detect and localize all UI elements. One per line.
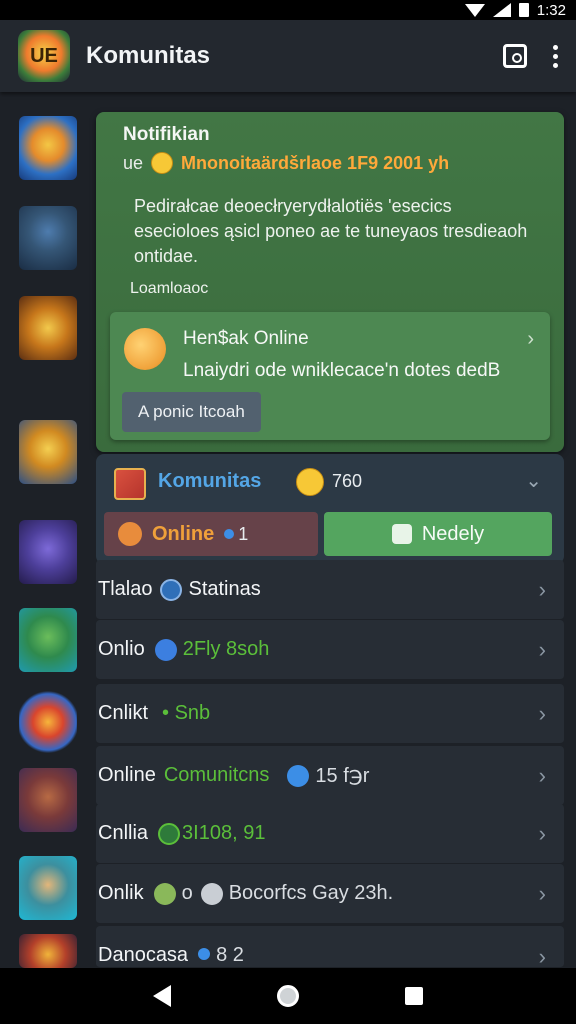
- row-status: 3I108, 91: [182, 822, 266, 844]
- online-dot-icon: [224, 529, 235, 539]
- row-label: Onlio: [98, 638, 145, 660]
- emoji-icon: [153, 882, 176, 905]
- notification-title: Notifikian: [123, 124, 210, 145]
- system-nav-bar: [0, 968, 576, 1024]
- game-icon-hero[interactable]: [19, 116, 77, 180]
- chevron-right-icon: ›: [538, 636, 546, 662]
- status-dot-icon: [198, 948, 211, 960]
- home-icon[interactable]: [277, 985, 299, 1007]
- status-dot-icon: [158, 822, 181, 845]
- row-extra: 15 f℈r: [315, 765, 370, 787]
- chevron-right-icon: ›: [538, 880, 546, 906]
- status-dot-icon: [287, 764, 310, 787]
- notification-body: Pedirałcae deoecłryerydłalotiës 'esecics…: [134, 196, 528, 266]
- more-options-icon[interactable]: [553, 44, 558, 68]
- row-status: • Snb: [162, 702, 211, 724]
- chevron-right-icon: ›: [538, 820, 546, 846]
- list-item[interactable]: Cnllia 3I108, 91 ›: [96, 804, 564, 864]
- game-icon-emblem[interactable]: [19, 690, 77, 754]
- emoji-icon: [200, 882, 223, 905]
- game-icon-adventurer[interactable]: [19, 856, 77, 920]
- online-count: 1: [238, 523, 249, 544]
- online-icon: [118, 522, 142, 546]
- wifi-icon: [464, 3, 485, 17]
- row-label: Danocasa: [98, 944, 189, 966]
- komunitas-title: Komunitas: [158, 470, 262, 492]
- row-label: Tlalao: [98, 578, 153, 600]
- game-icon-pirate[interactable]: [19, 768, 77, 832]
- row-status: o: [181, 882, 193, 904]
- komunitas-panel: Komunitas 760 ⌄ Online 1 Nedely: [96, 454, 564, 564]
- app-bar: UE Komunitas: [0, 20, 576, 92]
- notification-card: Notifikian ue Mnonoitaärdšrlaoe 1F9 2001…: [96, 112, 564, 452]
- online-user-card[interactable]: Hen$ak Online Lnaiydri ode wniklecace'n …: [110, 312, 550, 440]
- game-icon-ranger[interactable]: [19, 608, 77, 672]
- cast-icon[interactable]: [503, 44, 527, 68]
- online-card-button[interactable]: A ponic Itcoah: [122, 392, 261, 432]
- notification-prefix: ue: [123, 152, 144, 173]
- back-icon[interactable]: [153, 985, 171, 1007]
- online-card-subtitle: Lnaiydri ode wniklecace'n dotes dedB: [183, 360, 501, 381]
- row-label: Cnllia: [98, 822, 149, 844]
- game-icon-knight[interactable]: [19, 206, 77, 270]
- app-logo[interactable]: UE: [18, 30, 70, 82]
- list-item[interactable]: Onlio 2Fly 8soh ›: [96, 620, 564, 680]
- online-card-title: Hen$ak Online: [183, 328, 309, 349]
- online-label: Online: [152, 522, 215, 545]
- game-icon-mech[interactable]: [19, 520, 77, 584]
- notification-link[interactable]: Loamloaoc: [130, 280, 208, 298]
- app-actions: [503, 44, 558, 68]
- row-label: Online: [98, 764, 156, 786]
- row-label: Cnlikt: [98, 702, 149, 724]
- status-dot-icon: [154, 638, 177, 661]
- row-label: Onlik: [98, 882, 144, 904]
- row-status: 2Fly 8soh: [182, 638, 270, 660]
- online-button[interactable]: Online 1: [104, 512, 318, 556]
- row-status: 8 2: [216, 944, 244, 966]
- game-icon-logo-gold[interactable]: [19, 296, 77, 360]
- app-logo-text: UE: [30, 44, 58, 67]
- chevron-right-icon: ›: [538, 762, 546, 788]
- smile-emoji-icon: [151, 152, 174, 174]
- komunitas-count: 760: [332, 471, 363, 491]
- game-icon-warrior[interactable]: [19, 420, 77, 484]
- recent-apps-icon[interactable]: [405, 987, 423, 1005]
- notification-highlight: Mnonoitaärdšrlaoe 1F9 2001 yh: [181, 152, 450, 173]
- list-item[interactable]: Tlalao Statinas ›: [96, 560, 564, 620]
- chevron-down-icon[interactable]: ⌄: [525, 468, 542, 493]
- page-title: Komunitas: [86, 42, 211, 69]
- status-bar: 1:32: [0, 0, 576, 20]
- list-item[interactable]: Danocasa 8 2 ›: [96, 926, 564, 969]
- chevron-right-icon: ›: [527, 328, 534, 350]
- notification-headline: ue Mnonoitaärdšrlaoe 1F9 2001 yh: [123, 152, 449, 174]
- gift-icon: [114, 468, 146, 500]
- row-extra: Bocorfcs Gay 23h.: [228, 882, 394, 904]
- battery-icon: [518, 3, 529, 17]
- wink-emoji-icon: [296, 468, 324, 496]
- status-time: 1:32: [536, 1, 566, 19]
- list-item[interactable]: Onlik o Bocorfcs Gay 23h. ›: [96, 864, 564, 924]
- smirk-emoji-icon: [124, 328, 166, 370]
- chevron-right-icon: ›: [538, 700, 546, 726]
- person-icon: [391, 524, 412, 544]
- nearby-label: Nedely: [421, 522, 485, 545]
- game-icon-dragon[interactable]: [19, 934, 77, 968]
- list-item[interactable]: Cnlikt • Snb ›: [96, 684, 564, 744]
- verified-icon: [160, 578, 183, 601]
- signal-icon: [492, 3, 511, 17]
- row-status: Comunitcns: [163, 764, 270, 786]
- row-status: Statinas: [188, 578, 261, 600]
- chevron-right-icon: ›: [538, 576, 546, 602]
- chevron-right-icon: ›: [538, 944, 546, 969]
- list-item[interactable]: Online Comunitcns 15 f℈r ›: [96, 746, 564, 806]
- nearby-button[interactable]: Nedely: [324, 512, 552, 556]
